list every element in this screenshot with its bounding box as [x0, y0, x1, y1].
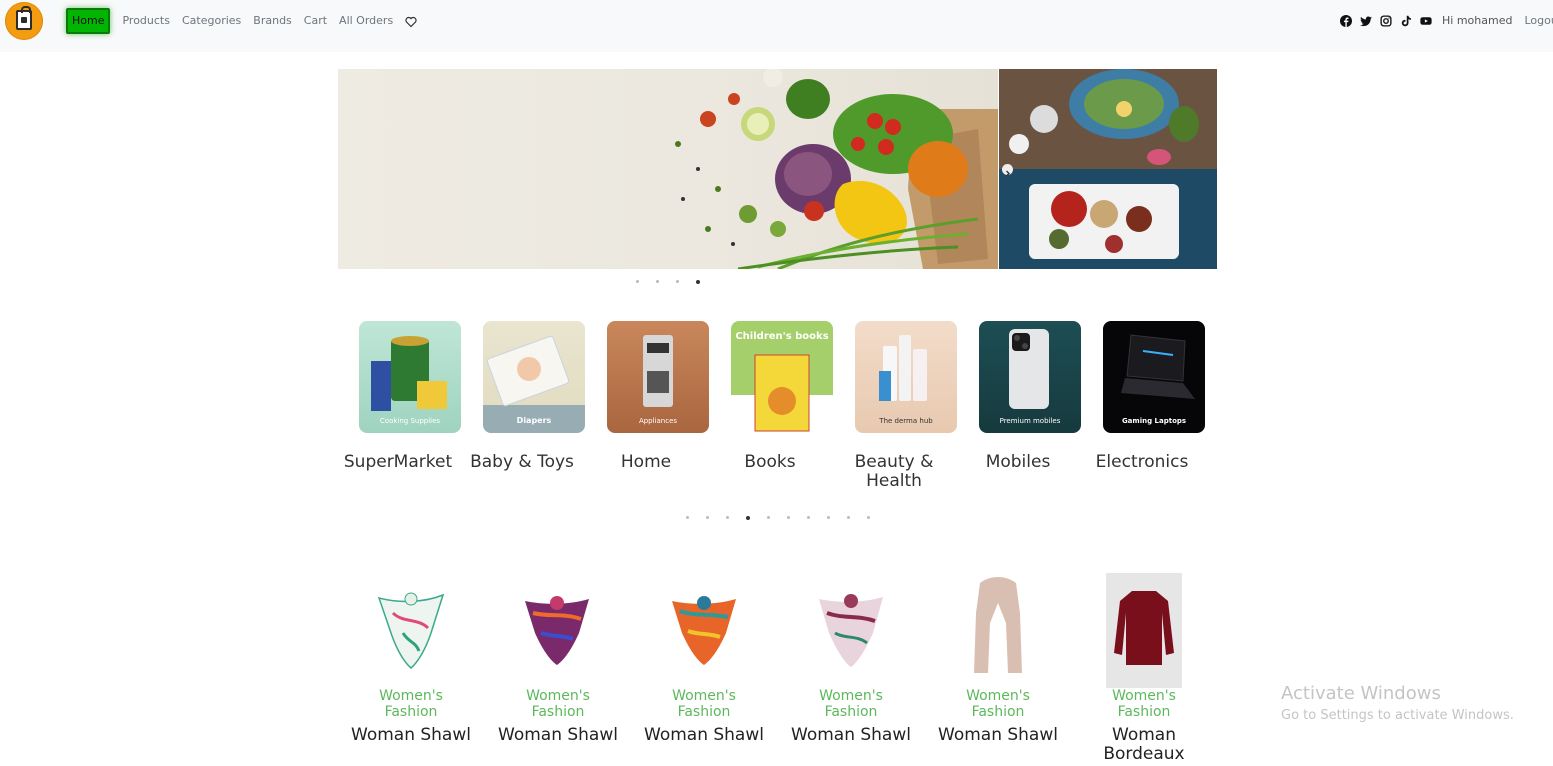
- category-name-home[interactable]: Home: [584, 453, 708, 472]
- nav-cart[interactable]: Cart: [304, 8, 327, 34]
- category-name-baby-toys[interactable]: Baby & Toys: [460, 453, 584, 472]
- product-category: Women's Fashion: [966, 688, 1030, 720]
- chevron-right-icon: [1006, 170, 1010, 177]
- category-name-beauty-health[interactable]: Beauty & Health: [844, 453, 944, 491]
- category-caption: The derma hub: [879, 417, 933, 425]
- category-caption: Children's books: [735, 331, 829, 342]
- facebook-icon[interactable]: [1340, 14, 1352, 27]
- product-title[interactable]: Woman Shawl: [938, 726, 1058, 745]
- hero-slide-image: [338, 69, 998, 269]
- activate-windows-title: Activate Windows: [1281, 683, 1441, 704]
- nav-brands[interactable]: Brands: [253, 8, 292, 34]
- category-name-supermarket[interactable]: SuperMarket: [336, 453, 460, 472]
- category-card-mobiles[interactable]: Premium mobiles: [979, 321, 1081, 433]
- category-caption: Appliances: [638, 417, 678, 425]
- logo[interactable]: [5, 2, 43, 40]
- category-dot-5[interactable]: [767, 516, 770, 519]
- product-title[interactable]: Woman Shawl: [351, 726, 471, 745]
- shopping-bag-icon: [16, 6, 32, 30]
- product-title[interactable]: Woman Shawl: [644, 726, 764, 745]
- nav-home[interactable]: Home: [66, 8, 111, 34]
- product-image[interactable]: [373, 573, 449, 688]
- category-name-electronics[interactable]: Electronics: [1080, 453, 1204, 472]
- category-dot-1[interactable]: [686, 516, 689, 519]
- logout-link[interactable]: Logout: [1524, 14, 1553, 27]
- hero-dots: [636, 280, 717, 284]
- product-image[interactable]: [1106, 573, 1182, 688]
- category-card-baby-toys[interactable]: Diapers: [483, 321, 585, 433]
- product-category: Women's Fashion: [1112, 688, 1176, 720]
- food-plates-illustration: [999, 69, 1217, 269]
- slider-prev-button[interactable]: [1002, 164, 1013, 177]
- nav-categories[interactable]: Categories: [182, 8, 241, 34]
- user-greeting: Hi mohamed: [1442, 14, 1513, 27]
- category-dot-7[interactable]: [807, 516, 810, 519]
- category-dots: [686, 516, 887, 520]
- product-image[interactable]: [666, 573, 742, 688]
- category-dot-4[interactable]: [746, 516, 750, 520]
- product-category: Women's Fashion: [379, 688, 443, 720]
- nav-links: Home Products Categories Brands Cart All…: [66, 8, 417, 34]
- product-title[interactable]: Woman Shawl: [498, 726, 618, 745]
- category-caption: Diapers: [516, 416, 552, 425]
- category-name-mobiles[interactable]: Mobiles: [956, 453, 1080, 472]
- category-dot-2[interactable]: [706, 516, 709, 519]
- category-dot-8[interactable]: [827, 516, 830, 519]
- activate-windows-subtitle: Go to Settings to activate Windows.: [1281, 708, 1514, 723]
- product-title[interactable]: Woman Bordeaux: [1084, 726, 1204, 764]
- hero-dot-2[interactable]: [656, 280, 659, 283]
- product-category: Women's Fashion: [672, 688, 736, 720]
- category-caption: Cooking Supplies: [379, 417, 441, 425]
- product-category: Women's Fashion: [819, 688, 883, 720]
- hero-dot-3[interactable]: [676, 280, 679, 283]
- product-title[interactable]: Woman Shawl: [791, 726, 911, 745]
- product-image[interactable]: [960, 573, 1036, 688]
- category-dot-6[interactable]: [787, 516, 790, 519]
- tiktok-icon[interactable]: [1400, 15, 1412, 27]
- vegetables-illustration: [675, 69, 998, 269]
- category-card-electronics[interactable]: Gaming Laptops: [1103, 321, 1205, 433]
- category-dot-9[interactable]: [847, 516, 850, 519]
- hero-side-image: [999, 69, 1217, 269]
- youtube-icon[interactable]: [1420, 15, 1432, 27]
- product-category: Women's Fashion: [526, 688, 590, 720]
- navbar: Home Products Categories Brands Cart All…: [0, 0, 1553, 52]
- category-card-books[interactable]: Children's books: [731, 321, 833, 433]
- hero-dot-4[interactable]: [696, 280, 700, 284]
- category-dot-3[interactable]: [726, 516, 729, 519]
- nav-all-orders[interactable]: All Orders: [339, 8, 393, 34]
- category-card-supermarket[interactable]: Cooking Supplies: [359, 321, 461, 433]
- twitter-icon[interactable]: [1360, 15, 1372, 27]
- nav-right: Hi mohamed Logout: [1340, 14, 1553, 27]
- category-caption: Premium mobiles: [999, 417, 1061, 425]
- category-dot-10[interactable]: [867, 516, 870, 519]
- product-image[interactable]: [519, 573, 595, 688]
- nav-products[interactable]: Products: [122, 8, 170, 34]
- category-card-beauty-health[interactable]: The derma hub: [855, 321, 957, 433]
- hero-dot-1[interactable]: [636, 280, 639, 283]
- product-image[interactable]: [813, 573, 889, 688]
- category-name-books[interactable]: Books: [708, 453, 832, 472]
- heart-icon[interactable]: [405, 16, 417, 28]
- instagram-icon[interactable]: [1380, 14, 1392, 27]
- category-caption: Gaming Laptops: [1121, 417, 1187, 425]
- category-card-home[interactable]: Appliances: [607, 321, 709, 433]
